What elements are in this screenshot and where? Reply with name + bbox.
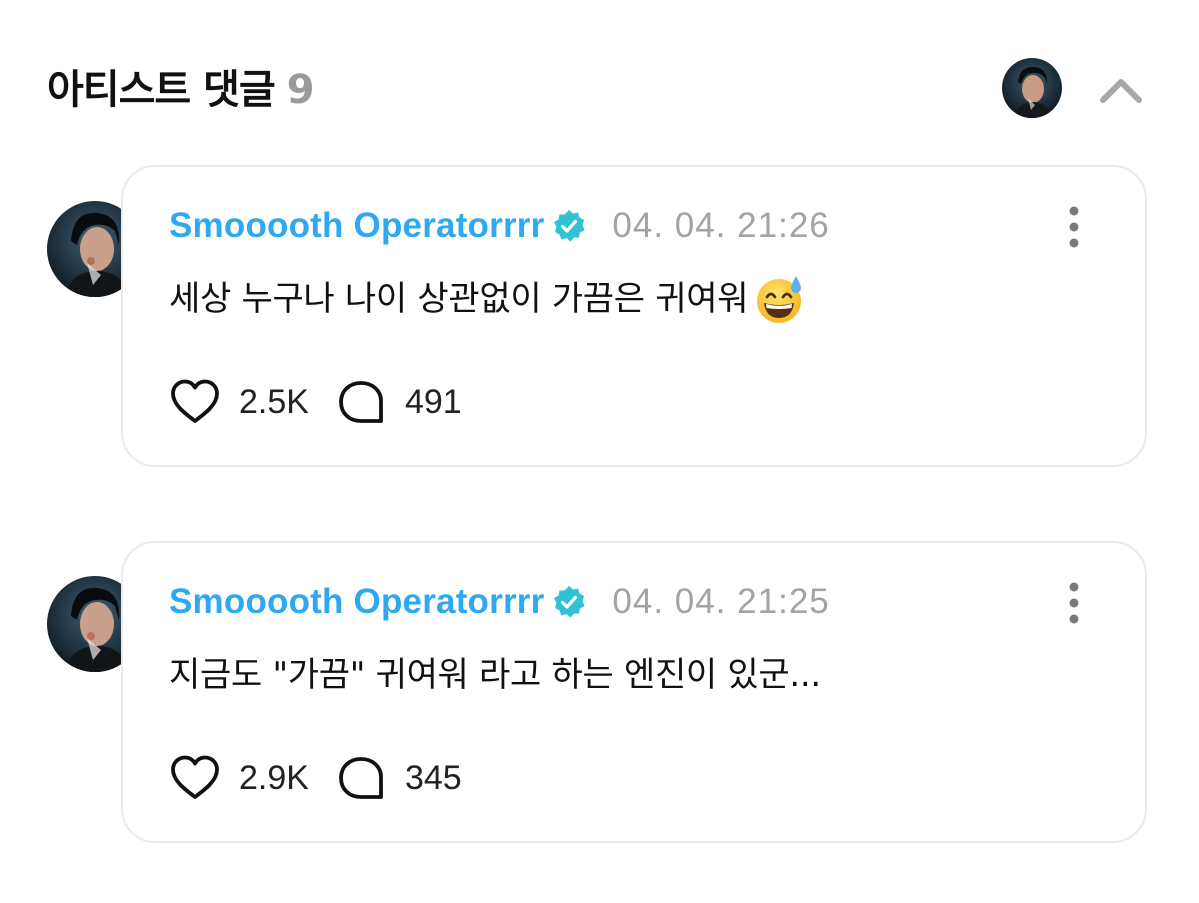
avatar-image [1002,58,1062,118]
verified-badge-icon [554,210,585,242]
reply-button[interactable]: 345 [335,753,462,803]
comment-card: Smooooth Operatorrrr 04. 04. 21:26 세상 누구… [121,165,1147,467]
comment-header: Smooooth Operatorrrr 04. 04. 21:26 [169,199,830,253]
heart-icon [171,379,219,423]
speech-bubble-icon [339,757,383,799]
comment-count: 9 [286,67,315,113]
comment-card: Smooooth Operatorrrr 04. 04. 21:25 지금도 "… [121,541,1147,843]
speech-bubble-icon [339,381,383,423]
artist-avatar[interactable] [1002,58,1062,118]
more-options-icon[interactable] [1059,205,1089,249]
chevron-up-icon[interactable] [1097,66,1145,114]
comment-actions: 2.9K 345 [169,753,462,803]
author-name[interactable]: Smooooth Operatorrrr [169,206,544,246]
comment-actions: 2.5K 491 [169,377,462,427]
heart-icon [171,755,219,799]
comment-header: Smooooth Operatorrrr 04. 04. 21:25 [169,575,830,629]
like-count: 2.9K [239,758,309,797]
like-button[interactable]: 2.5K [169,377,309,427]
section-title-text: 아티스트 댓글 [47,67,276,113]
comment-timestamp: 04. 04. 21:26 [612,206,830,245]
verified-badge-icon [554,586,585,618]
artist-comments-header: 아티스트 댓글 9 [47,58,1147,118]
grinning-face-with-sweat-icon [757,276,802,323]
like-count: 2.5K [239,382,309,421]
comment-timestamp: 04. 04. 21:25 [612,582,830,621]
author-name[interactable]: Smooooth Operatorrrr [169,582,544,622]
comment-text: 세상 누구나 나이 상관없이 가끔은 귀여워 [169,279,749,319]
reply-count: 491 [404,382,462,421]
reply-button[interactable]: 491 [335,377,462,427]
comment-body: 세상 누구나 나이 상관없이 가끔은 귀여워 [169,269,806,329]
more-options-icon[interactable] [1059,581,1089,625]
comment-text: 지금도 "가끔" 귀여워 라고 하는 엔진이 있군... [169,655,821,695]
like-button[interactable]: 2.9K [169,753,309,803]
reply-count: 345 [404,758,462,797]
section-title: 아티스트 댓글 9 [47,62,315,118]
comment-body: 지금도 "가끔" 귀여워 라고 하는 엔진이 있군... [169,645,821,705]
